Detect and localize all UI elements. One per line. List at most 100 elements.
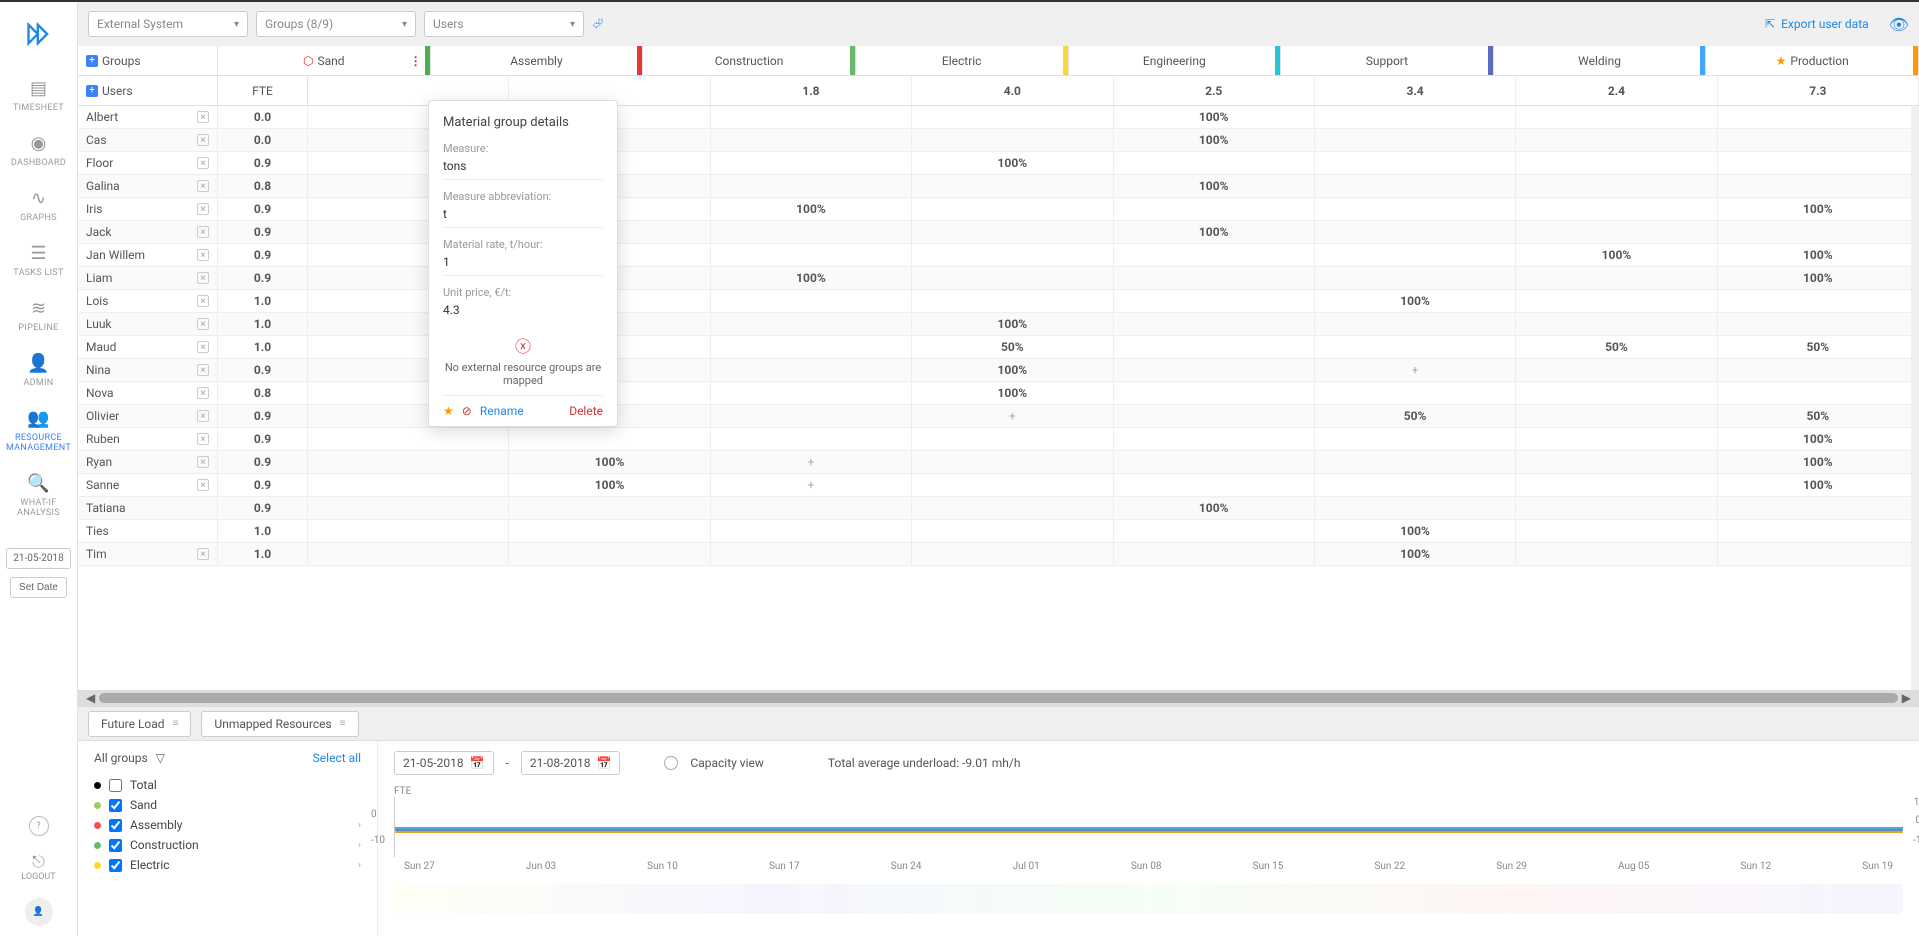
allocation-cell[interactable] <box>1315 244 1516 266</box>
chevron-right-icon[interactable]: › <box>358 820 361 831</box>
allocation-cell[interactable] <box>1114 359 1315 381</box>
allocation-cell[interactable] <box>1114 152 1315 174</box>
allocation-cell[interactable] <box>1516 474 1717 496</box>
user-cell[interactable]: Cas× <box>78 129 218 151</box>
allocation-cell[interactable] <box>912 290 1113 312</box>
allocation-cell[interactable] <box>1718 129 1919 151</box>
allocation-cell[interactable] <box>1516 428 1717 450</box>
scroll-right-icon[interactable]: ▶ <box>1902 691 1911 705</box>
remove-user-icon[interactable]: × <box>197 479 209 491</box>
column-header-welding[interactable]: Welding <box>1494 46 1707 75</box>
nav-what-if-analysis[interactable]: 🔍WHAT-IF ANALYSIS <box>0 463 77 528</box>
allocation-cell[interactable]: 50% <box>1718 336 1919 358</box>
allocation-cell[interactable] <box>1718 520 1919 542</box>
user-cell[interactable]: Nova× <box>78 382 218 404</box>
column-menu-icon[interactable]: ⋮ <box>410 54 422 68</box>
remove-user-icon[interactable]: × <box>197 456 209 468</box>
nav-tasks-list[interactable]: ☰TASKS LIST <box>0 233 77 288</box>
allocation-cell[interactable] <box>1516 543 1717 565</box>
allocation-cell[interactable] <box>711 405 912 427</box>
remove-user-icon[interactable]: × <box>197 203 209 215</box>
scroll-thumb[interactable] <box>99 693 1898 703</box>
column-header-electric[interactable]: Electric <box>856 46 1069 75</box>
allocation-cell[interactable]: 100% <box>1718 428 1919 450</box>
allocation-cell[interactable] <box>509 520 710 542</box>
allocation-cell[interactable] <box>1114 428 1315 450</box>
allocation-cell[interactable] <box>1516 129 1717 151</box>
price-input[interactable]: 4.3 <box>443 303 603 323</box>
nav-resource-management[interactable]: 👥RESOURCE MANAGEMENT <box>0 398 77 463</box>
set-date-button[interactable]: Set Date <box>10 577 67 598</box>
allocation-cell[interactable] <box>1718 497 1919 519</box>
user-cell[interactable]: Jack× <box>78 221 218 243</box>
chevron-right-icon[interactable]: › <box>358 840 361 851</box>
allocation-cell[interactable]: 50% <box>1718 405 1919 427</box>
allocation-cell[interactable] <box>1114 474 1315 496</box>
allocation-cell[interactable]: 100% <box>1114 175 1315 197</box>
allocation-cell[interactable] <box>1114 405 1315 427</box>
user-cell[interactable]: Lois× <box>78 290 218 312</box>
horizontal-scrollbar[interactable]: ◀ ▶ <box>78 690 1919 706</box>
allocation-cell[interactable] <box>1516 152 1717 174</box>
column-header-sand[interactable]: ⬡Sand⋮ <box>218 46 431 75</box>
allocation-cell[interactable] <box>1315 451 1516 473</box>
allocation-cell[interactable] <box>711 244 912 266</box>
allocation-cell[interactable]: 100% <box>912 359 1113 381</box>
allocation-cell[interactable] <box>912 543 1113 565</box>
allocation-cell[interactable] <box>308 520 509 542</box>
user-cell[interactable]: Ties <box>78 520 218 542</box>
add-allocation-button[interactable]: + <box>711 474 912 496</box>
allocation-cell[interactable] <box>1516 520 1717 542</box>
select-all-link[interactable]: Select all <box>313 751 361 765</box>
allocation-cell[interactable] <box>1718 543 1919 565</box>
allocation-cell[interactable] <box>912 428 1113 450</box>
remove-user-icon[interactable]: × <box>197 134 209 146</box>
scroll-left-icon[interactable]: ◀ <box>86 691 95 705</box>
allocation-cell[interactable] <box>1315 106 1516 128</box>
allocation-cell[interactable] <box>711 152 912 174</box>
allocation-cell[interactable] <box>711 313 912 335</box>
allocation-cell[interactable] <box>308 474 509 496</box>
allocation-cell[interactable] <box>711 543 912 565</box>
avatar[interactable]: 👤 <box>25 898 53 926</box>
group-checkbox[interactable] <box>109 799 122 812</box>
allocation-cell[interactable] <box>1315 428 1516 450</box>
allocation-cell[interactable] <box>912 221 1113 243</box>
allocation-cell[interactable] <box>1114 520 1315 542</box>
allocation-cell[interactable] <box>1516 359 1717 381</box>
allocation-cell[interactable]: 100% <box>711 267 912 289</box>
unmap-icon[interactable]: ⊘ <box>462 404 472 418</box>
allocation-cell[interactable] <box>308 428 509 450</box>
user-cell[interactable]: Maud× <box>78 336 218 358</box>
allocation-cell[interactable]: 100% <box>1718 474 1919 496</box>
remove-user-icon[interactable]: × <box>197 548 209 560</box>
nav-admin[interactable]: 👤ADMIN <box>0 343 77 398</box>
allocation-cell[interactable] <box>1516 290 1717 312</box>
user-cell[interactable]: Iris× <box>78 198 218 220</box>
allocation-cell[interactable] <box>711 221 912 243</box>
group-checkbox[interactable] <box>109 859 122 872</box>
tab-menu-icon[interactable]: ≡ <box>340 718 346 729</box>
nav-dashboard[interactable]: ◉DASHBOARD <box>0 123 77 178</box>
allocation-cell[interactable] <box>1516 198 1717 220</box>
add-group-icon[interactable]: + <box>86 55 98 67</box>
allocation-cell[interactable] <box>1516 221 1717 243</box>
allocation-cell[interactable] <box>1114 267 1315 289</box>
remove-user-icon[interactable]: × <box>197 157 209 169</box>
select-external-system[interactable]: External System▾ <box>88 11 248 37</box>
allocation-cell[interactable] <box>509 428 710 450</box>
allocation-cell[interactable]: 50% <box>1315 405 1516 427</box>
allocation-cell[interactable] <box>1315 129 1516 151</box>
allocation-cell[interactable] <box>1114 336 1315 358</box>
allocation-cell[interactable] <box>1315 313 1516 335</box>
allocation-cell[interactable] <box>912 198 1113 220</box>
column-header-engineering[interactable]: Engineering <box>1069 46 1282 75</box>
user-cell[interactable]: Liam× <box>78 267 218 289</box>
user-cell[interactable]: Floor× <box>78 152 218 174</box>
add-user-icon[interactable]: + <box>86 85 98 97</box>
allocation-cell[interactable] <box>711 382 912 404</box>
nav-graphs[interactable]: ∿GRAPHS <box>0 178 77 233</box>
allocation-cell[interactable] <box>308 497 509 519</box>
allocation-cell[interactable] <box>1114 382 1315 404</box>
allocation-cell[interactable] <box>1315 267 1516 289</box>
